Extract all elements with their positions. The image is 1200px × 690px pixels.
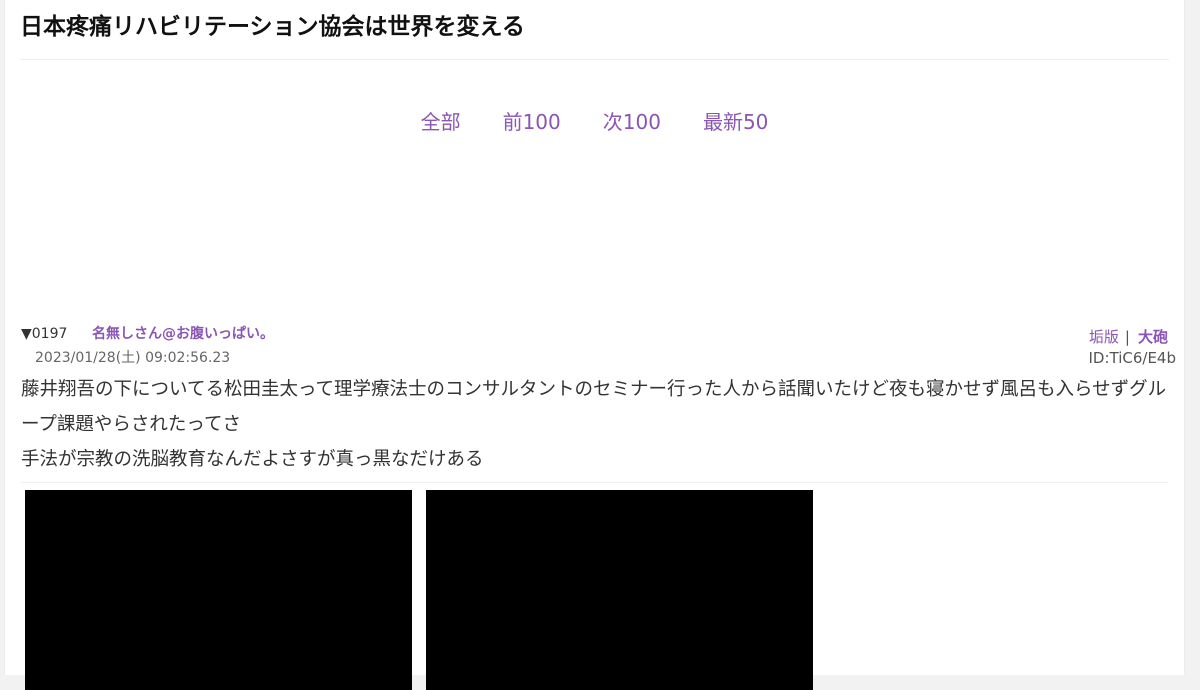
post-header: ▼0197 名無しさん@お腹いっぱい。 垢版 | 大砲 [21, 322, 1176, 346]
post-body: 藤井翔吾の下についてる松田圭太って理学療法士のコンサルタントのセミナー行った人か… [21, 372, 1173, 477]
nav-next-100-link[interactable]: 次100 [603, 108, 661, 136]
post-divider [21, 482, 1168, 483]
cannon-link[interactable]: 大砲 [1138, 328, 1168, 346]
nav-all-link[interactable]: 全部 [421, 108, 461, 136]
post-author-name: 名無しさん@お腹いっぱい。 [92, 326, 274, 342]
actions-separator: | [1124, 328, 1130, 346]
media-embed[interactable] [25, 490, 412, 690]
media-embed[interactable] [426, 490, 813, 690]
title-divider [20, 59, 1169, 60]
thread-navigation: 全部 前100 次100 最新50 [5, 108, 1184, 136]
post-date: 2023/01/28(土) 09:02:56.23 [35, 350, 231, 366]
post-body-line: 手法が宗教の洗脳教育なんだよさすが真っ黒なだけある [21, 449, 484, 470]
post-number[interactable]: ▼0197 [21, 322, 67, 346]
thread-title: 日本疼痛リハビリテーション協会は世界を変える [20, 14, 525, 40]
post-body-line: 藤井翔吾の下についてる松田圭太って理学療法士のコンサルタントのセミナー行った人か… [21, 379, 1167, 435]
post-item: ▼0197 名無しさん@お腹いっぱい。 垢版 | 大砲 2023/01/28(土) … [21, 322, 1176, 690]
archive-link[interactable]: 垢版 [1089, 328, 1119, 346]
post-actions: 垢版 | 大砲 [1089, 326, 1168, 348]
nav-latest-50-link[interactable]: 最新50 [703, 108, 768, 136]
nav-prev-100-link[interactable]: 前100 [503, 108, 561, 136]
post-id: ID:TiC6/E4b [1088, 349, 1176, 367]
thread-page: 日本疼痛リハビリテーション協会は世界を変える 全部 前100 次100 最新50… [4, 0, 1185, 690]
